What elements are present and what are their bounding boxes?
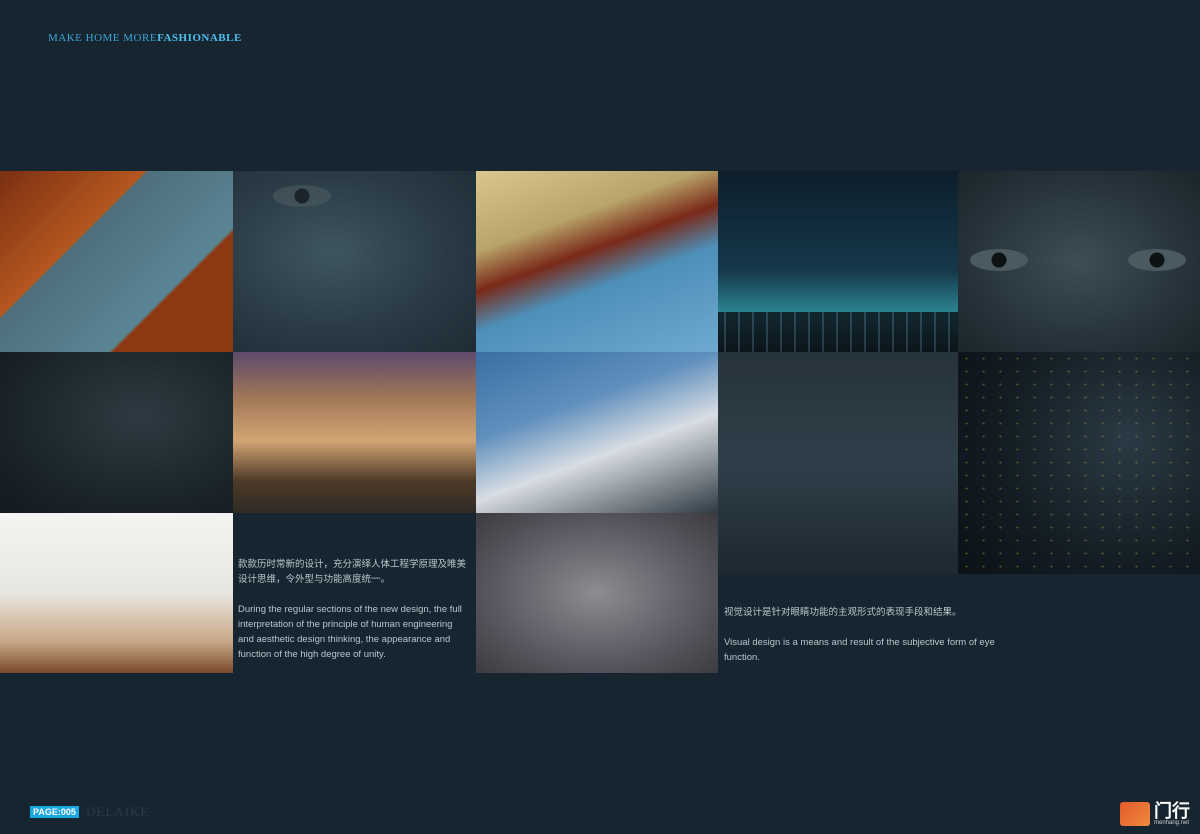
skyline-lights — [718, 312, 958, 352]
photo-earth-night — [958, 352, 1200, 574]
text-block-1-zh: 款款历时常新的设计，充分演绎人体工程学原理及唯美设计思维，令外型与功能高度统一。 — [238, 559, 467, 585]
eye-right — [1128, 249, 1186, 271]
site-logo: 门行 menhang.net — [1120, 802, 1190, 826]
header-tagline: Make home morefashionable — [48, 32, 242, 44]
text-block-2: 视觉设计是针对眼睛功能的主观形式的表现手段和结果。 Visual design … — [724, 605, 1024, 680]
text-block-1-en: During the regular sections of the new d… — [238, 604, 462, 660]
photo-window-frame — [0, 171, 233, 352]
photo-man-holding-frame — [476, 513, 718, 673]
photo-city-skyline — [718, 171, 958, 352]
photo-modern-building — [476, 352, 718, 513]
logo-mark-icon — [1120, 802, 1150, 826]
eye-shape — [273, 185, 331, 207]
footer-brand: DELAIKE — [86, 804, 150, 819]
photo-woman-face — [233, 171, 476, 352]
text-block-2-en: Visual design is a means and result of t… — [724, 637, 995, 663]
tagline-bold: fashionable — [157, 32, 242, 44]
page-number-badge: PAGE:005 — [30, 806, 79, 818]
earth-lights — [958, 352, 1200, 574]
photo-couple — [718, 352, 958, 574]
photo-hands-frame — [476, 171, 718, 352]
photo-man-on-sofa — [0, 513, 233, 673]
logo-text: 门行 menhang.net — [1154, 802, 1190, 826]
photo-villa-pool — [233, 352, 476, 513]
photo-man-eyes — [958, 171, 1200, 352]
text-block-1: 款款历时常新的设计，充分演绎人体工程学原理及唯美设计思维，令外型与功能高度统一。… — [238, 557, 470, 677]
eye-left — [970, 249, 1028, 271]
tagline-lead: Make home more — [48, 32, 158, 44]
logo-subtext: menhang.net — [1154, 820, 1190, 826]
logo-name: 门行 — [1154, 801, 1190, 821]
text-block-2-zh: 视觉设计是针对眼睛功能的主观形式的表现手段和结果。 — [724, 607, 962, 618]
photo-hinge-hardware — [0, 352, 233, 513]
